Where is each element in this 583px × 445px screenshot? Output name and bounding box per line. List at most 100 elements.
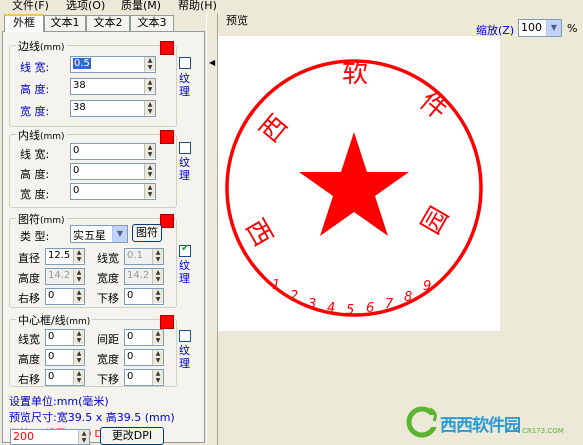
spin-up-icon[interactable]: ▲ (74, 370, 84, 377)
menu-quality[interactable]: 质量(M) (121, 0, 161, 13)
inner-width-spinner[interactable]: 0 ▲ ▼ (70, 143, 156, 160)
spin-down-icon[interactable]: ▼ (153, 256, 163, 263)
tab-panel-outer-frame: 边线(mm) 线 宽: 0.5 ▲ ▼ 高 度: 38 ▲ ▼ 宽 度: 38 ▲ ▼ 纹理… (2, 31, 205, 443)
tab-text2[interactable]: 文本2 (86, 15, 130, 31)
symbol-width-spinner[interactable]: 14.2 ▲ ▼ (124, 268, 164, 285)
spin-down-icon[interactable]: ▼ (153, 276, 163, 283)
chevron-down-icon[interactable]: ▼ (546, 20, 561, 36)
inner-breadth-label: 宽 度: (20, 188, 50, 201)
symbol-down-spinner[interactable]: 0 ▲ ▼ (124, 288, 164, 305)
preview-area: 预览 缩放(Z) 100 ▼ % 西 软 件 园 西 1 2 3 4 5 6 7 … (218, 13, 583, 445)
symbol-linewidth-label: 线宽 (97, 252, 119, 265)
symbol-linewidth-spinner[interactable]: 0.1 ▲ ▼ (124, 248, 164, 265)
inner-height-spinner[interactable]: 0 ▲ ▼ (70, 163, 156, 180)
tab-text1[interactable]: 文本1 (44, 15, 86, 31)
spin-up-icon[interactable]: ▲ (145, 79, 155, 86)
dpi-spinner[interactable]: 200 ▲ ▼ (10, 429, 90, 445)
edge-line-title: 边线 (18, 40, 40, 53)
spin-down-icon[interactable]: ▼ (145, 151, 155, 158)
spin-down-icon[interactable]: ▼ (79, 437, 89, 444)
inner-width-label: 线 宽: (20, 148, 50, 161)
edge-texture-label: 纹理 (179, 72, 190, 98)
edge-line-color-swatch[interactable] (160, 41, 174, 55)
center-width-spinner[interactable]: 0 ▲ ▼ (124, 349, 164, 366)
symbol-texture-checkbox[interactable] (179, 243, 191, 257)
stamp-digit-9: 9 (423, 279, 431, 294)
spin-down-icon[interactable]: ▼ (145, 108, 155, 115)
spin-down-icon[interactable]: ▼ (74, 256, 84, 263)
spin-up-icon[interactable]: ▲ (145, 57, 155, 64)
symbol-diameter-spinner[interactable]: 12.5 ▲ ▼ (45, 248, 85, 265)
stamp-digit-4: 4 (327, 301, 335, 316)
stamp-char-yuan1: 园 (416, 202, 455, 240)
spin-down-icon[interactable]: ▼ (153, 357, 163, 364)
menu-file[interactable]: 文件(F) (12, 0, 49, 13)
spin-up-icon[interactable]: ▲ (74, 350, 84, 357)
preview-size-info: 预览尺寸:宽39.5 x 高39.5 (mm) (9, 411, 175, 424)
symbol-type-select[interactable]: 实五星 ▼ (70, 225, 128, 243)
stamp-char-jian: 件 (414, 86, 453, 126)
spin-up-icon[interactable]: ▲ (153, 370, 163, 377)
spin-up-icon[interactable]: ▲ (145, 101, 155, 108)
center-height-spinner[interactable]: 0 ▲ ▼ (45, 349, 85, 366)
spin-down-icon[interactable]: ▼ (153, 296, 163, 303)
spin-up-icon[interactable]: ▲ (145, 144, 155, 151)
center-right-spinner[interactable]: 0 ▲ ▼ (45, 369, 85, 386)
spin-down-icon[interactable]: ▼ (145, 171, 155, 178)
spin-down-icon[interactable]: ▼ (74, 337, 84, 344)
edge-width-spinner[interactable]: 0.5 ▲ ▼ (70, 56, 156, 73)
spin-up-icon[interactable]: ▲ (145, 164, 155, 171)
spin-up-icon[interactable]: ▲ (74, 249, 84, 256)
spin-up-icon[interactable]: ▲ (74, 289, 84, 296)
menu-options[interactable]: 选项(O) (66, 0, 105, 13)
spin-up-icon[interactable]: ▲ (74, 330, 84, 337)
symbol-picker-button[interactable]: 图符 (132, 224, 162, 242)
spin-down-icon[interactable]: ▼ (145, 191, 155, 198)
tab-outer-frame[interactable]: 外框 (4, 14, 44, 32)
spin-up-icon[interactable]: ▲ (153, 350, 163, 357)
stamp-char-xi1: 西 (254, 109, 294, 148)
spin-down-icon[interactable]: ▼ (153, 377, 163, 384)
spin-up-icon[interactable]: ▲ (74, 269, 84, 276)
edge-breadth-spinner[interactable]: 38 ▲ ▼ (70, 100, 156, 117)
zoom-select[interactable]: 100 ▼ (518, 19, 562, 37)
spin-down-icon[interactable]: ▼ (74, 276, 84, 283)
symbol-color-swatch[interactable] (160, 214, 174, 228)
edge-height-spinner[interactable]: 38 ▲ ▼ (70, 78, 156, 95)
spin-up-icon[interactable]: ▲ (153, 330, 163, 337)
change-dpi-button[interactable]: 更改DPI (100, 427, 164, 445)
center-linewidth-spinner[interactable]: 0 ▲ ▼ (45, 329, 85, 346)
tab-text3[interactable]: 文本3 (130, 15, 174, 31)
menu-help[interactable]: 帮助(H) (178, 0, 217, 13)
spin-down-icon[interactable]: ▼ (145, 64, 155, 71)
symbol-height-spinner[interactable]: 14.2 ▲ ▼ (45, 268, 85, 285)
panel-splitter[interactable]: ◀ (206, 13, 218, 445)
edge-texture-checkbox[interactable] (179, 57, 191, 69)
stamp-preview-canvas[interactable]: 西 软 件 园 西 1 2 3 4 5 6 7 8 9 (218, 36, 500, 331)
spin-up-icon[interactable]: ▲ (145, 184, 155, 191)
spin-up-icon[interactable]: ▲ (79, 430, 89, 437)
center-frame-color-swatch[interactable] (160, 315, 174, 329)
spin-down-icon[interactable]: ▼ (153, 337, 163, 344)
center-linewidth-label: 线宽 (18, 333, 40, 346)
spin-up-icon[interactable]: ▲ (153, 289, 163, 296)
symbol-right-label: 右移 (18, 292, 40, 305)
inner-texture-checkbox[interactable] (179, 142, 191, 154)
spin-up-icon[interactable]: ▲ (153, 249, 163, 256)
spin-up-icon[interactable]: ▲ (153, 269, 163, 276)
site-brand: 西西软件园 (440, 416, 521, 436)
center-height-label: 高度 (18, 353, 40, 366)
inner-line-color-swatch[interactable] (160, 130, 174, 144)
collapse-left-icon[interactable]: ◀ (209, 58, 215, 67)
spin-down-icon[interactable]: ▼ (74, 377, 84, 384)
inner-breadth-spinner[interactable]: 0 ▲ ▼ (70, 183, 156, 200)
spin-down-icon[interactable]: ▼ (145, 86, 155, 93)
chevron-down-icon[interactable]: ▼ (112, 226, 127, 242)
symbol-right-spinner[interactable]: 0 ▲ ▼ (45, 288, 85, 305)
spin-down-icon[interactable]: ▼ (74, 296, 84, 303)
stamp-digit-7: 7 (385, 297, 394, 312)
spin-down-icon[interactable]: ▼ (74, 357, 84, 364)
center-texture-checkbox[interactable] (179, 330, 191, 342)
center-down-spinner[interactable]: 0 ▲ ▼ (124, 369, 164, 386)
center-spacing-spinner[interactable]: 0 ▲ ▼ (124, 329, 164, 346)
